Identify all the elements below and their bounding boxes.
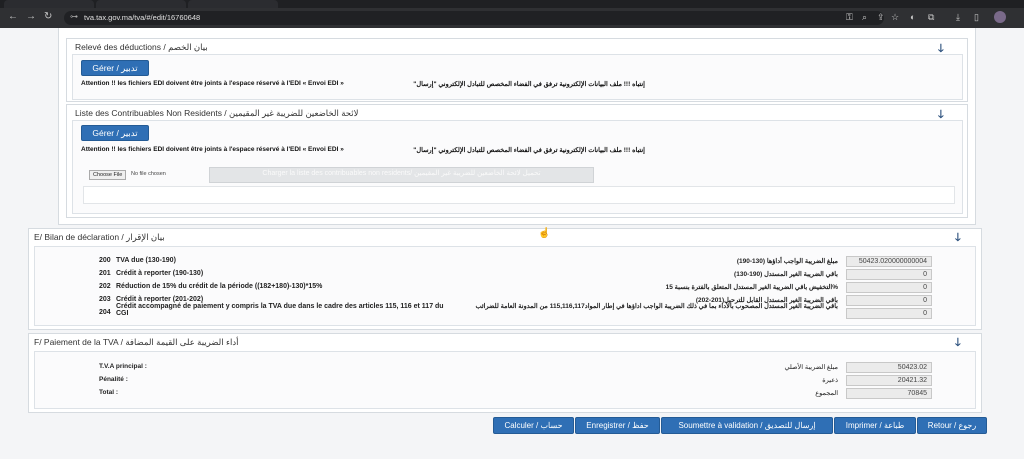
share-icon[interactable]: ⇪ <box>877 11 885 23</box>
paiement-title: F/ Paiement de la TVA / أداء الضريبة على… <box>34 337 239 347</box>
extension-icon[interactable]: ◐ <box>910 11 915 23</box>
choose-file-button[interactable]: Choose File <box>89 170 127 180</box>
bilan-row-num: 201 <box>99 270 111 277</box>
site-info-icon[interactable]: ⊶ <box>70 12 78 21</box>
paiement-label-fr: Pénalité : <box>99 376 128 383</box>
paiement-label-ar: ذعيرة <box>822 377 838 384</box>
bilan-row-value: 0 <box>846 282 932 293</box>
zoom-icon[interactable]: ⌕ <box>862 11 867 23</box>
forward-icon[interactable]: → <box>26 11 36 23</box>
soumettre-button[interactable]: Soumettre à validation / إرسال للتصديق <box>661 417 833 434</box>
reload-icon[interactable]: ↻ <box>44 11 52 23</box>
bilan-row-value: 50423.020000000004 <box>846 256 932 267</box>
bilan-row-label-ar: %التخفيض باقي الضريبة الغير المستدل المت… <box>665 284 838 291</box>
bilan-row-num: 202 <box>99 283 111 290</box>
key-icon[interactable]: ⚿ <box>846 11 853 23</box>
enregistrer-button[interactable]: Enregistrer / حفظ <box>575 417 660 434</box>
upload-drop-area <box>83 186 955 204</box>
bilan-row-value: 0 <box>846 308 932 319</box>
deductions-title: Relevé des déductions / بيان الخصم <box>75 42 208 52</box>
bilan-row-label-ar: مبلغ الضريبة الواجب أداؤها (130-190) <box>736 258 838 265</box>
deductions-body <box>72 54 963 100</box>
deductions-warning-ar: إنتباه !!! ملف البيانات الإلكترونية ترفق… <box>413 81 645 88</box>
sidepanel-icon[interactable]: ▯ <box>974 11 979 23</box>
paiement-label-fr: Total : <box>99 389 119 396</box>
browser-tab[interactable] <box>188 0 278 8</box>
bilan-row-label-ar: باقي الضريبة الغير المستدل المصحوب بالأد… <box>475 303 838 310</box>
calculer-button[interactable]: Calculer / حساب <box>493 417 574 434</box>
star-icon[interactable]: ☆ <box>891 11 899 23</box>
bilan-row-value: 0 <box>846 269 932 280</box>
bilan-row-num: 203 <box>99 296 111 303</box>
paiement-value: 70845 <box>846 388 932 399</box>
puzzle-icon[interactable]: ⧉ <box>928 11 934 23</box>
bilan-row-label-fr: Crédit à reporter (201-202) <box>116 296 204 303</box>
deductions-warning-fr: Attention !! les fichiers EDI doivent êt… <box>81 80 344 87</box>
bilan-row-label-ar: باقي الضريبة الغير المستدل (190-130) <box>734 271 838 278</box>
browser-tab[interactable] <box>96 0 186 8</box>
cursor-icon: ☝ <box>538 228 551 239</box>
browser-tab[interactable] <box>4 0 94 8</box>
non-residents-gerer-button[interactable]: Gérer / تدبير <box>81 125 149 141</box>
address-bar[interactable]: ⊶ tva.tax.gov.ma/tva/#/edit/16760648 <box>64 11 884 25</box>
download-icon[interactable]: ⤓ <box>956 11 960 23</box>
paiement-label-fr: T.V.A principal : <box>99 363 147 370</box>
back-icon[interactable]: ← <box>8 11 18 23</box>
bilan-row-num: 204 <box>99 309 111 316</box>
non-residents-title: Liste des Contribuables Non Residents / … <box>75 108 359 118</box>
imprimer-button[interactable]: Imprimer / طباعة <box>834 417 916 434</box>
bilan-title: E/ Bilan de déclaration / بيان الإقرار <box>34 232 165 242</box>
charger-liste-button[interactable]: Charger la liste des contribuables non r… <box>209 167 594 183</box>
non-residents-warning-ar: إنتباه !!! ملف البيانات الإلكترونية ترفق… <box>413 147 645 154</box>
bilan-row-label-fr: Crédit à reporter (190-130) <box>116 270 204 277</box>
bilan-row-num: 200 <box>99 257 111 264</box>
browser-tab-strip <box>0 0 1024 8</box>
paiement-value: 20421.32 <box>846 375 932 386</box>
non-residents-warning-fr: Attention !! les fichiers EDI doivent êt… <box>81 146 344 153</box>
no-file-chosen-label: No file chosen <box>131 171 166 177</box>
paiement-label-ar: المجموع <box>815 390 838 397</box>
profile-avatar[interactable] <box>994 11 1006 23</box>
bilan-row-label-fr: Crédit accompagné de paiement y compris … <box>116 303 444 317</box>
deductions-gerer-button[interactable]: Gérer / تدبير <box>81 60 149 76</box>
paiement-label-ar: مبلغ الضريبة الأصلي <box>784 364 838 371</box>
retour-button[interactable]: Retour / رجوع <box>917 417 987 434</box>
bilan-row-value: 0 <box>846 295 932 306</box>
url-text: tva.tax.gov.ma/tva/#/edit/16760648 <box>84 13 201 22</box>
paiement-value: 50423.02 <box>846 362 932 373</box>
bilan-row-label-fr: TVA due (130-190) <box>116 257 176 264</box>
bilan-row-label-fr: Réduction de 15% du crédit de la période… <box>116 283 323 290</box>
